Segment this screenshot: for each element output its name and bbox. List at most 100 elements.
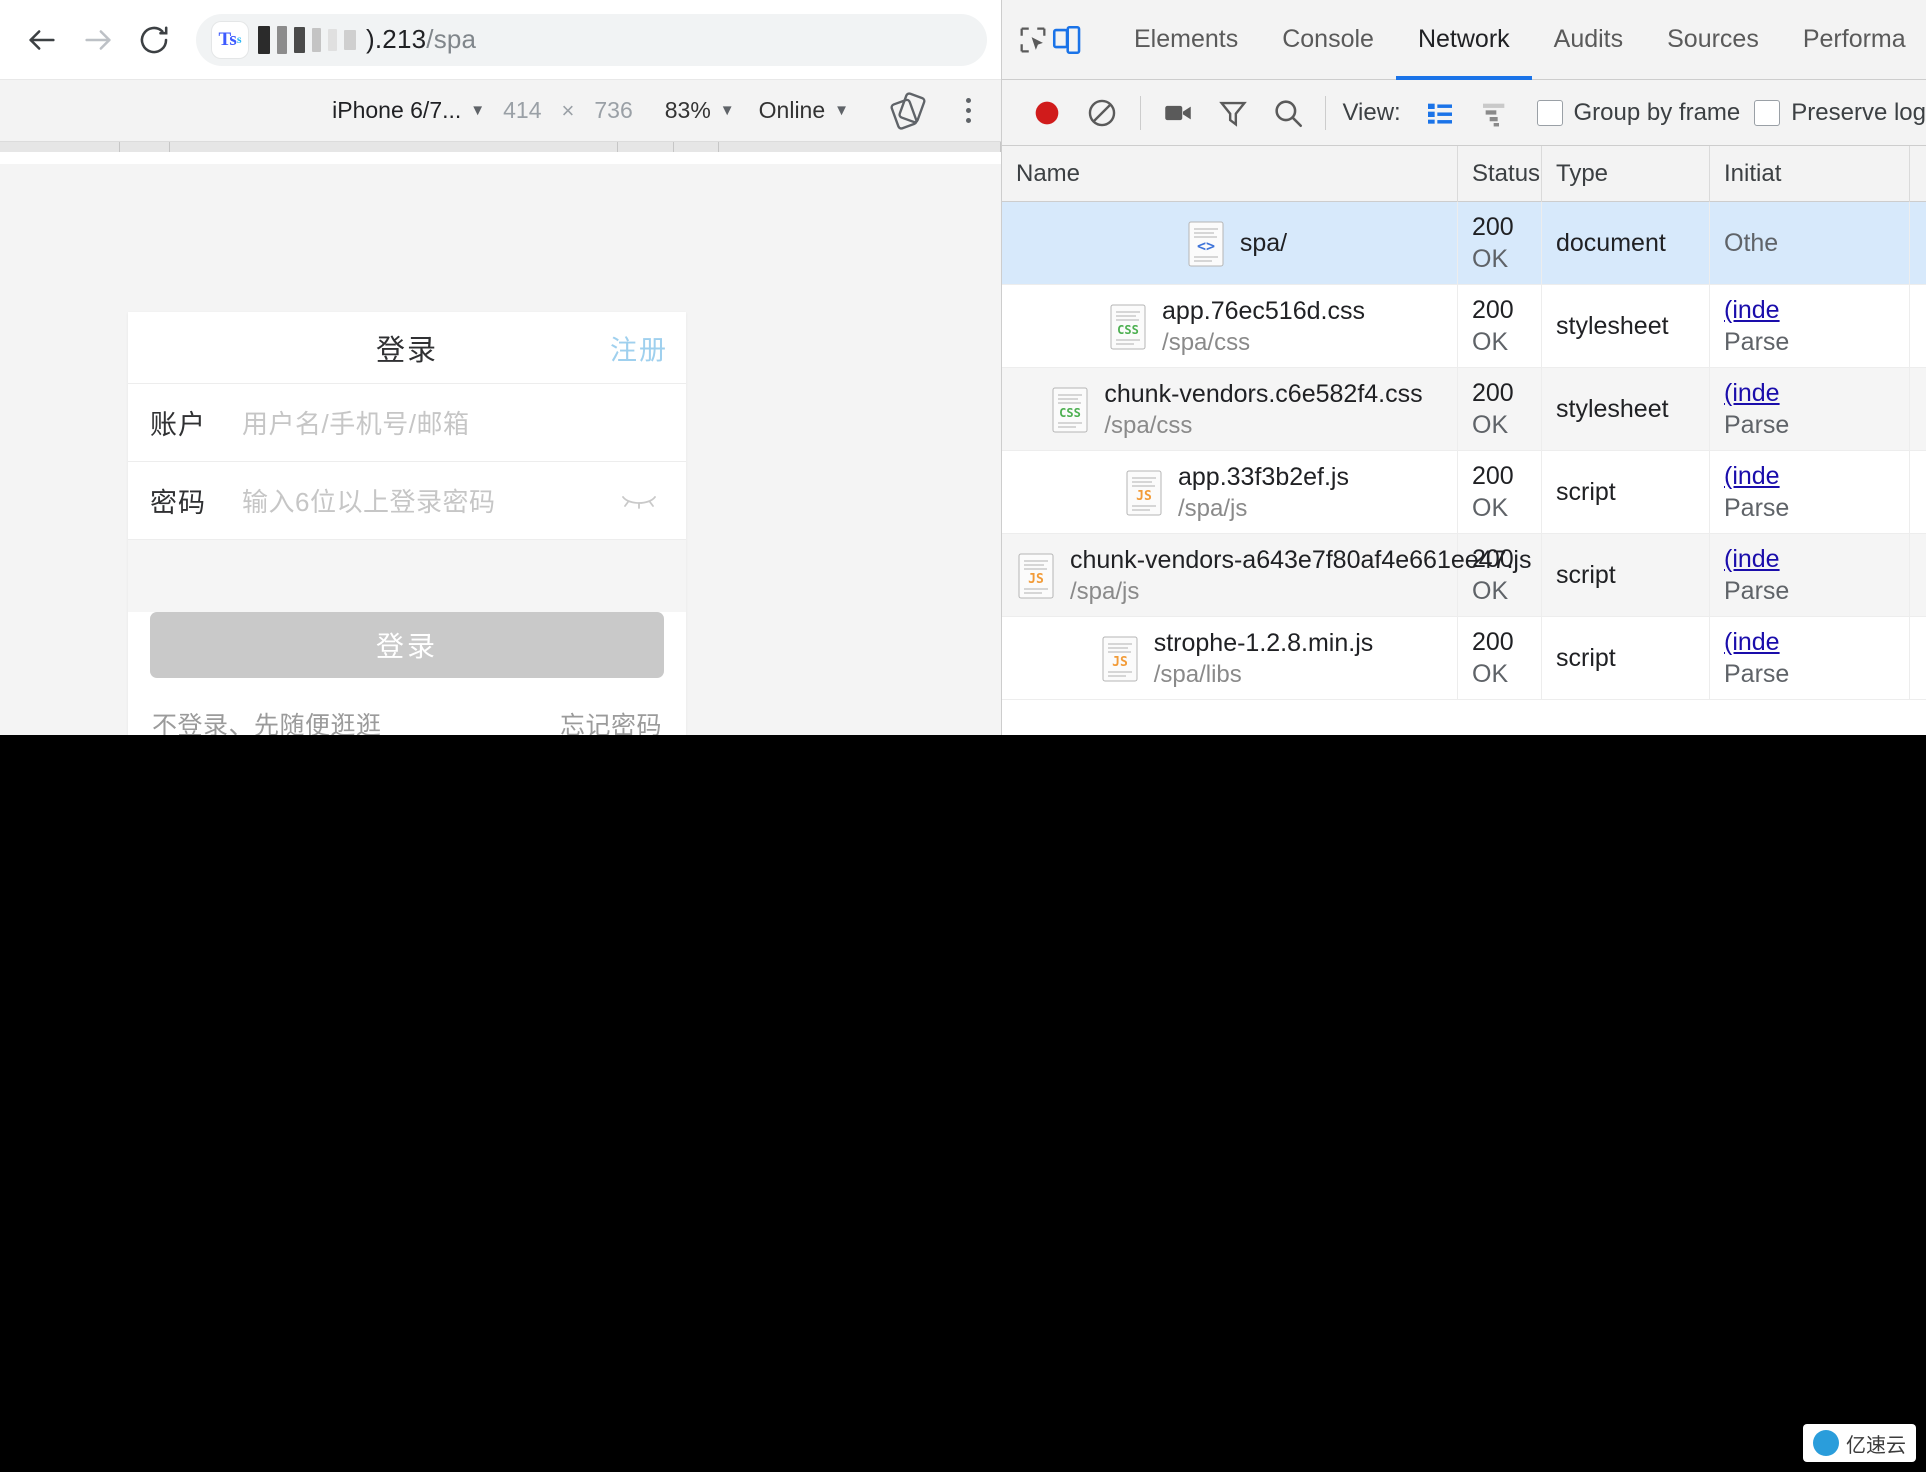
table-row[interactable]: <> spa/ 200 OK document Othe <box>1002 202 1926 285</box>
request-path: /spa/libs <box>1153 660 1242 688</box>
rotate-icon[interactable] <box>879 88 937 134</box>
network-toolbar: View: Group by frame Preserve log <box>1002 80 1926 146</box>
initiator-link[interactable]: (inde <box>1724 296 1909 325</box>
arrow-right-icon[interactable] <box>70 12 126 68</box>
tab-sources[interactable]: Sources <box>1645 0 1781 80</box>
request-name-cell: JS chunk-vendors-a643e7f80af4e661ee47.js… <box>1002 534 1531 617</box>
clear-icon[interactable] <box>1075 87 1130 139</box>
request-type-cell: script <box>1542 534 1710 617</box>
viewport-height-input[interactable]: 736 <box>588 97 638 124</box>
dimension-separator: × <box>561 97 575 123</box>
tab-audits[interactable]: Audits <box>1532 0 1645 80</box>
initiator-detail: Parse <box>1724 577 1790 605</box>
request-path: /spa/css <box>1104 411 1193 439</box>
initiator-link[interactable]: (inde <box>1724 628 1909 657</box>
table-header-row: Name Status Type Initiat <box>1002 146 1926 202</box>
status-code: 200 <box>1472 379 1514 407</box>
toolbar-divider <box>1325 95 1327 130</box>
browse-without-login-link[interactable]: 不登录、先随便逛逛 <box>152 706 382 735</box>
request-type-cell: stylesheet <box>1542 285 1710 368</box>
request-status-cell: 200 OK <box>1458 285 1542 368</box>
initiator-detail: Parse <box>1724 411 1790 439</box>
column-header-name[interactable]: Name <box>1002 146 1458 202</box>
throttling-value: Online <box>758 97 826 123</box>
page-title: 登录 <box>375 334 438 367</box>
viewport-width-input[interactable]: 414 <box>497 97 547 124</box>
kebab-menu-icon[interactable] <box>945 88 991 134</box>
request-initiator-cell: (inde Parse <box>1710 368 1910 451</box>
address-bar[interactable]: Ts s ).213/spa <box>196 13 987 66</box>
record-button-icon[interactable] <box>1020 87 1075 139</box>
viewport-ruler <box>0 142 1001 164</box>
site-favicon-icon: Ts s <box>212 21 248 58</box>
reload-icon[interactable] <box>126 12 182 68</box>
preserve-log-label: Preserve log <box>1791 98 1926 126</box>
search-icon[interactable] <box>1261 87 1316 139</box>
watermark-badge: 亿速云 <box>1803 1424 1916 1462</box>
device-select-value: iPhone 6/7... <box>332 97 462 123</box>
column-header-initiator[interactable]: Initiat <box>1710 146 1910 202</box>
filter-funnel-icon[interactable] <box>1206 87 1261 139</box>
table-row[interactable]: CSS chunk-vendors.c6e582f4.css /spa/css … <box>1002 368 1926 451</box>
password-input[interactable]: 输入6位以上登录密码 <box>242 482 495 519</box>
browser-toolbar: Ts s ).213/spa <box>0 0 1001 80</box>
request-type-cell: script <box>1542 617 1710 700</box>
account-field-row[interactable]: 账户 用户名/手机号/邮箱 <box>128 384 686 462</box>
request-initiator-cell: (inde Parse <box>1710 617 1910 700</box>
waterfall-view-icon[interactable] <box>1468 87 1523 139</box>
browser-window: Ts s ).213/spa iPhone 6/7... ▼ 414 × 736… <box>0 0 1001 735</box>
table-row[interactable]: CSS app.76ec516d.css /spa/css 200 OK sty… <box>1002 285 1926 368</box>
card-spacer <box>128 540 686 612</box>
request-name: app.33f3b2ef.js <box>1178 462 1349 491</box>
preserve-log-checkbox[interactable] <box>1754 99 1781 126</box>
list-view-icon[interactable] <box>1413 87 1468 139</box>
status-code: 200 <box>1472 296 1514 324</box>
group-by-frame-checkbox[interactable] <box>1536 99 1563 126</box>
request-path: /spa/css <box>1162 328 1251 356</box>
request-initiator-cell: (inde Parse <box>1710 534 1910 617</box>
initiator-detail: Parse <box>1724 328 1790 356</box>
initiator-link[interactable]: (inde <box>1724 379 1909 408</box>
account-input[interactable]: 用户名/手机号/邮箱 <box>242 404 469 441</box>
initiator-link[interactable]: (inde <box>1724 545 1909 574</box>
js-file-icon: JS <box>1124 469 1164 517</box>
status-text: OK <box>1472 577 1509 605</box>
status-text: OK <box>1472 411 1509 439</box>
arrow-left-icon[interactable] <box>14 12 70 68</box>
toggle-password-visibility-icon[interactable] <box>620 487 658 515</box>
device-toolbar-icon[interactable] <box>1050 14 1084 66</box>
register-link[interactable]: 注册 <box>610 328 668 367</box>
request-name: chunk-vendors.c6e582f4.css <box>1104 379 1423 408</box>
request-status-cell: 200 OK <box>1458 534 1542 617</box>
column-header-type[interactable]: Type <box>1542 146 1710 202</box>
status-code: 200 <box>1472 628 1514 656</box>
tab-network[interactable]: Network <box>1395 0 1532 80</box>
request-path: /spa/js <box>1070 577 1140 605</box>
toolbar-divider <box>1139 95 1141 130</box>
zoom-value: 83% <box>664 97 711 123</box>
forgot-password-link[interactable]: 忘记密码 <box>560 706 662 735</box>
column-header-status[interactable]: Status <box>1458 146 1542 202</box>
password-label: 密码 <box>150 488 206 518</box>
throttling-select[interactable]: Online ▼ <box>745 97 861 124</box>
tab-performance[interactable]: Performa <box>1781 0 1926 80</box>
zoom-select[interactable]: 83% ▼ <box>639 97 745 124</box>
request-status-cell: 200 OK <box>1458 202 1542 285</box>
svg-text:JS: JS <box>1136 489 1152 504</box>
tab-elements[interactable]: Elements <box>1112 0 1260 80</box>
device-select[interactable]: iPhone 6/7... ▼ <box>320 97 497 124</box>
table-row[interactable]: JS strophe-1.2.8.min.js /spa/libs 200 OK… <box>1002 617 1926 700</box>
camera-icon[interactable] <box>1151 87 1206 139</box>
password-field-row[interactable]: 密码 输入6位以上登录密码 <box>128 462 686 540</box>
request-name-cell: CSS app.76ec516d.css /spa/css <box>1002 285 1458 368</box>
inspect-cursor-icon[interactable] <box>1016 14 1050 66</box>
request-name: spa/ <box>1239 229 1288 257</box>
url-text: ).213/spa <box>366 24 477 54</box>
initiator-link[interactable]: (inde <box>1724 462 1909 491</box>
login-submit-button[interactable]: 登录 <box>150 612 664 678</box>
svg-text:CSS: CSS <box>1117 323 1139 337</box>
table-row[interactable]: JS chunk-vendors-a643e7f80af4e661ee47.js… <box>1002 534 1926 617</box>
watermark-text: 亿速云 <box>1846 1434 1906 1457</box>
table-row[interactable]: JS app.33f3b2ef.js /spa/js 200 OK script <box>1002 451 1926 534</box>
tab-console[interactable]: Console <box>1260 0 1396 80</box>
